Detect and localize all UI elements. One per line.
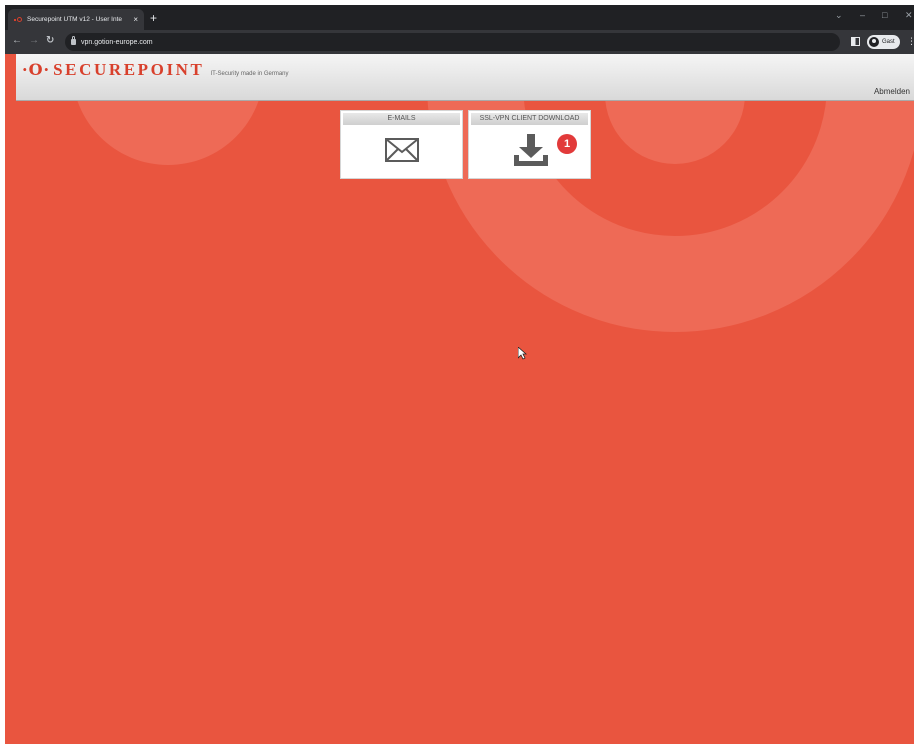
tile-ssl-vpn-download[interactable]: SSL-VPN CLIENT DOWNLOAD 1 bbox=[468, 110, 591, 179]
profile-button[interactable]: Gast bbox=[867, 35, 900, 49]
minimize-icon[interactable]: – bbox=[860, 10, 865, 20]
logo-text: SECUREPOINT bbox=[53, 60, 205, 79]
tile-ssl-vpn-body: 1 bbox=[469, 125, 590, 178]
browser-menu-icon[interactable]: ⋮ bbox=[907, 36, 914, 47]
securepoint-favicon-icon bbox=[14, 16, 23, 23]
mouse-cursor-icon bbox=[518, 347, 527, 360]
tile-ssl-vpn-label: SSL-VPN CLIENT DOWNLOAD bbox=[471, 113, 588, 125]
page-content: ·O· SECUREPOINT IT-Security made in Germ… bbox=[5, 54, 914, 744]
maximize-icon[interactable]: □ bbox=[882, 10, 887, 20]
logo-mark: ·O· bbox=[22, 60, 51, 79]
browser-titlebar: Securepoint UTM v12 - User Inte × + ⌄ – … bbox=[5, 5, 914, 30]
tagline: IT-Security made in Germany bbox=[210, 71, 289, 77]
address-bar[interactable]: vpn.gotion-europe.com bbox=[65, 33, 840, 51]
close-window-icon[interactable]: ✕ bbox=[905, 10, 913, 21]
tile-emails-body bbox=[341, 125, 462, 178]
profile-avatar-icon bbox=[869, 37, 879, 47]
tile-emails-label: E-MAILS bbox=[343, 113, 460, 125]
browser-window: Securepoint UTM v12 - User Inte × + ⌄ – … bbox=[5, 5, 914, 744]
tile-emails[interactable]: E-MAILS bbox=[340, 110, 463, 179]
notification-badge: 1 bbox=[557, 134, 577, 154]
back-icon[interactable]: ← bbox=[12, 35, 22, 47]
download-icon bbox=[514, 134, 548, 166]
browser-tab[interactable]: Securepoint UTM v12 - User Inte × bbox=[8, 9, 144, 30]
app-header: ·O· SECUREPOINT IT-Security made in Germ… bbox=[16, 54, 914, 101]
tab-search-icon[interactable]: ⌄ bbox=[835, 10, 843, 21]
side-panel-icon[interactable] bbox=[851, 37, 860, 46]
envelope-icon bbox=[385, 138, 419, 162]
tab-close-icon[interactable]: × bbox=[133, 15, 138, 24]
tab-title: Securepoint UTM v12 - User Inte bbox=[27, 16, 123, 23]
reload-icon[interactable]: ↻ bbox=[46, 35, 54, 47]
forward-icon[interactable]: → bbox=[29, 35, 39, 47]
lock-icon[interactable] bbox=[71, 36, 76, 45]
profile-label: Gast bbox=[882, 39, 895, 45]
securepoint-logo: ·O· SECUREPOINT IT-Security made in Germ… bbox=[22, 60, 289, 80]
new-tab-button[interactable]: + bbox=[150, 12, 157, 24]
logout-link[interactable]: Abmelden bbox=[874, 87, 910, 96]
address-url: vpn.gotion-europe.com bbox=[81, 38, 153, 46]
browser-toolbar: ← → ↻ vpn.gotion-europe.com Gast ⋮ bbox=[5, 30, 914, 54]
